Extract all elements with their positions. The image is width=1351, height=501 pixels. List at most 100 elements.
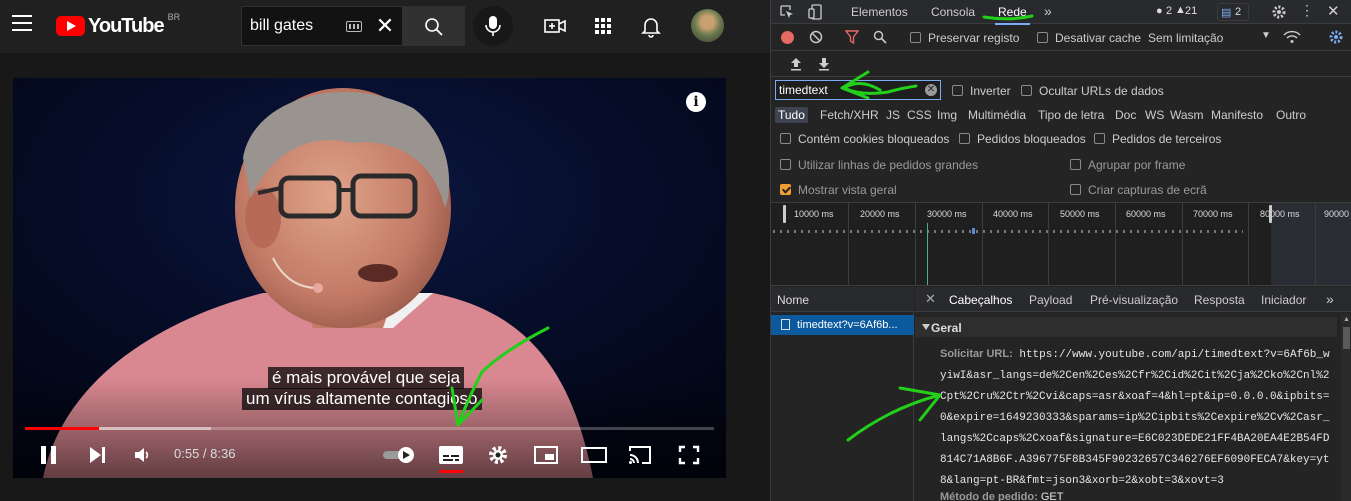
filter-icon[interactable] <box>844 30 860 47</box>
close-detail-icon[interactable]: ✕ <box>925 291 936 307</box>
network-overview-timeline[interactable]: 10000 ms 20000 ms 30000 ms 40000 ms 5000… <box>771 203 1351 286</box>
type-all[interactable]: Tudo <box>775 107 808 123</box>
invert-checkbox[interactable] <box>952 85 963 96</box>
more-tabs-icon[interactable]: » <box>1044 3 1052 19</box>
network-settings-icon[interactable] <box>1328 29 1344 48</box>
show-overview-label: Mostrar vista geral <box>798 183 897 197</box>
create-video-icon[interactable] <box>543 14 567 38</box>
preserve-log-checkbox[interactable] <box>910 32 921 43</box>
apps-icon[interactable] <box>591 14 615 38</box>
preserve-log-label: Preservar registo <box>928 31 1020 45</box>
network-toolbar: Preservar registo Desativar cache Sem li… <box>771 25 1351 51</box>
search-icon[interactable] <box>873 30 887 47</box>
menu-icon[interactable] <box>12 15 32 35</box>
pause-icon[interactable] <box>39 444 59 471</box>
disable-cache-checkbox[interactable] <box>1037 32 1048 43</box>
blocked-requests-checkbox[interactable] <box>959 133 970 144</box>
settings-icon[interactable] <box>487 444 509 471</box>
settings-gear-icon[interactable] <box>1271 4 1287 23</box>
timeline-right-handle[interactable] <box>1269 205 1272 223</box>
timeline-gridline <box>982 203 983 285</box>
show-overview-checkbox[interactable] <box>780 184 791 195</box>
tab-elements[interactable]: Elementos <box>851 5 908 19</box>
network-conditions-icon[interactable] <box>1283 30 1301 47</box>
type-doc[interactable]: Doc <box>1112 107 1139 123</box>
tab-console[interactable]: Consola <box>931 5 975 19</box>
type-wasm[interactable]: Wasm <box>1167 107 1207 123</box>
tab-response[interactable]: Resposta <box>1194 293 1245 307</box>
tab-preview[interactable]: Pré-visualização <box>1090 293 1178 307</box>
time-display: 0:55 / 8:36 <box>174 446 236 461</box>
more-options-icon[interactable]: ⋮ <box>1300 2 1314 19</box>
search-box[interactable]: ✕ <box>241 6 402 46</box>
group-by-frame-checkbox[interactable] <box>1070 159 1081 170</box>
type-manifest[interactable]: Manifesto <box>1208 107 1266 123</box>
type-fetch-xhr[interactable]: Fetch/XHR <box>817 107 882 123</box>
detail-tabs: ✕ Cabeçalhos Payload Pré-visualização Re… <box>915 287 1351 312</box>
device-toolbar-icon[interactable] <box>808 4 822 23</box>
clear-icon[interactable] <box>809 30 823 47</box>
next-icon[interactable] <box>87 445 107 470</box>
youtube-logo[interactable]: YouTube BR <box>56 12 181 38</box>
miniplayer-icon[interactable] <box>534 445 558 470</box>
detail-scrollbar[interactable]: ▲ <box>1341 314 1351 501</box>
tab-headers[interactable]: Cabeçalhos <box>949 293 1012 307</box>
hide-data-urls-checkbox[interactable] <box>1021 85 1032 96</box>
more-detail-tabs-icon[interactable]: » <box>1326 291 1334 307</box>
progress-bar[interactable] <box>25 427 714 430</box>
type-css[interactable]: CSS <box>904 107 935 123</box>
timeline-request-marker <box>972 228 975 234</box>
avatar[interactable] <box>691 9 724 42</box>
autoplay-toggle[interactable] <box>382 445 418 470</box>
capture-screenshots-checkbox[interactable] <box>1070 184 1081 195</box>
theater-icon[interactable] <box>581 446 607 469</box>
type-img[interactable]: Img <box>934 107 960 123</box>
type-ws[interactable]: WS <box>1142 107 1167 123</box>
request-url: Solicitar URL: https://www.youtube.com/a… <box>940 344 1335 492</box>
filter-input[interactable] <box>775 80 941 100</box>
export-har-icon[interactable] <box>818 57 830 74</box>
tab-initiator[interactable]: Iniciador <box>1261 293 1306 307</box>
request-row[interactable]: timedtext?v=6Af6b... <box>771 315 914 335</box>
issues-counter[interactable]: ● 2 ▲ 21 <box>1152 3 1212 21</box>
inspect-element-icon[interactable] <box>780 5 794 22</box>
large-rows-checkbox[interactable] <box>780 159 791 170</box>
fullscreen-icon[interactable] <box>678 445 700 470</box>
timeline-left-handle[interactable] <box>783 205 786 223</box>
throttling-dropdown-icon[interactable]: ▼ <box>1261 30 1271 41</box>
record-icon[interactable] <box>781 31 794 44</box>
request-url-value: https://www.youtube.com/api/timedtext?v=… <box>940 349 1330 487</box>
search-button[interactable] <box>402 6 465 46</box>
search-input[interactable] <box>250 17 345 35</box>
search-icon <box>425 18 443 36</box>
cast-icon[interactable] <box>628 445 652 470</box>
type-other[interactable]: Outro <box>1273 107 1309 123</box>
filter-clear-icon[interactable]: ✕ <box>925 84 937 96</box>
scroll-thumb[interactable] <box>1343 327 1350 349</box>
general-section-header[interactable]: Geral <box>915 317 1337 337</box>
name-column-header[interactable]: Nome <box>771 287 914 312</box>
messages-counter[interactable]: ▤ 2 <box>1217 3 1249 21</box>
import-har-icon[interactable] <box>790 57 802 74</box>
tab-payload[interactable]: Payload <box>1029 293 1072 307</box>
info-icon[interactable]: i <box>686 92 706 112</box>
voice-search-button[interactable] <box>473 6 513 46</box>
subtitles-icon[interactable] <box>438 444 464 471</box>
blocked-cookies-checkbox[interactable] <box>780 133 791 144</box>
resource-type-filters: Tudo Fetch/XHR JS CSS Img Multimédia Tip… <box>771 103 1351 127</box>
filter-row: ✕ Inverter Ocultar URLs de dados <box>771 78 1351 103</box>
type-js[interactable]: JS <box>883 107 903 123</box>
country-code: BR <box>167 12 181 22</box>
video-player[interactable]: i é mais provável que seja um vírus alta… <box>13 78 726 478</box>
throttling-select[interactable]: Sem limitação <box>1148 31 1223 45</box>
type-font[interactable]: Tipo de letra <box>1035 107 1107 123</box>
tab-network[interactable]: Rede <box>995 5 1030 25</box>
scroll-up-icon[interactable]: ▲ <box>1343 316 1350 323</box>
volume-icon[interactable] <box>133 445 153 470</box>
third-party-checkbox[interactable] <box>1094 133 1105 144</box>
keyboard-icon[interactable] <box>346 21 362 32</box>
bell-icon[interactable] <box>639 14 663 38</box>
type-media[interactable]: Multimédia <box>965 107 1029 123</box>
clear-search-icon[interactable]: ✕ <box>375 15 395 37</box>
close-devtools-icon[interactable]: ✕ <box>1327 2 1340 20</box>
